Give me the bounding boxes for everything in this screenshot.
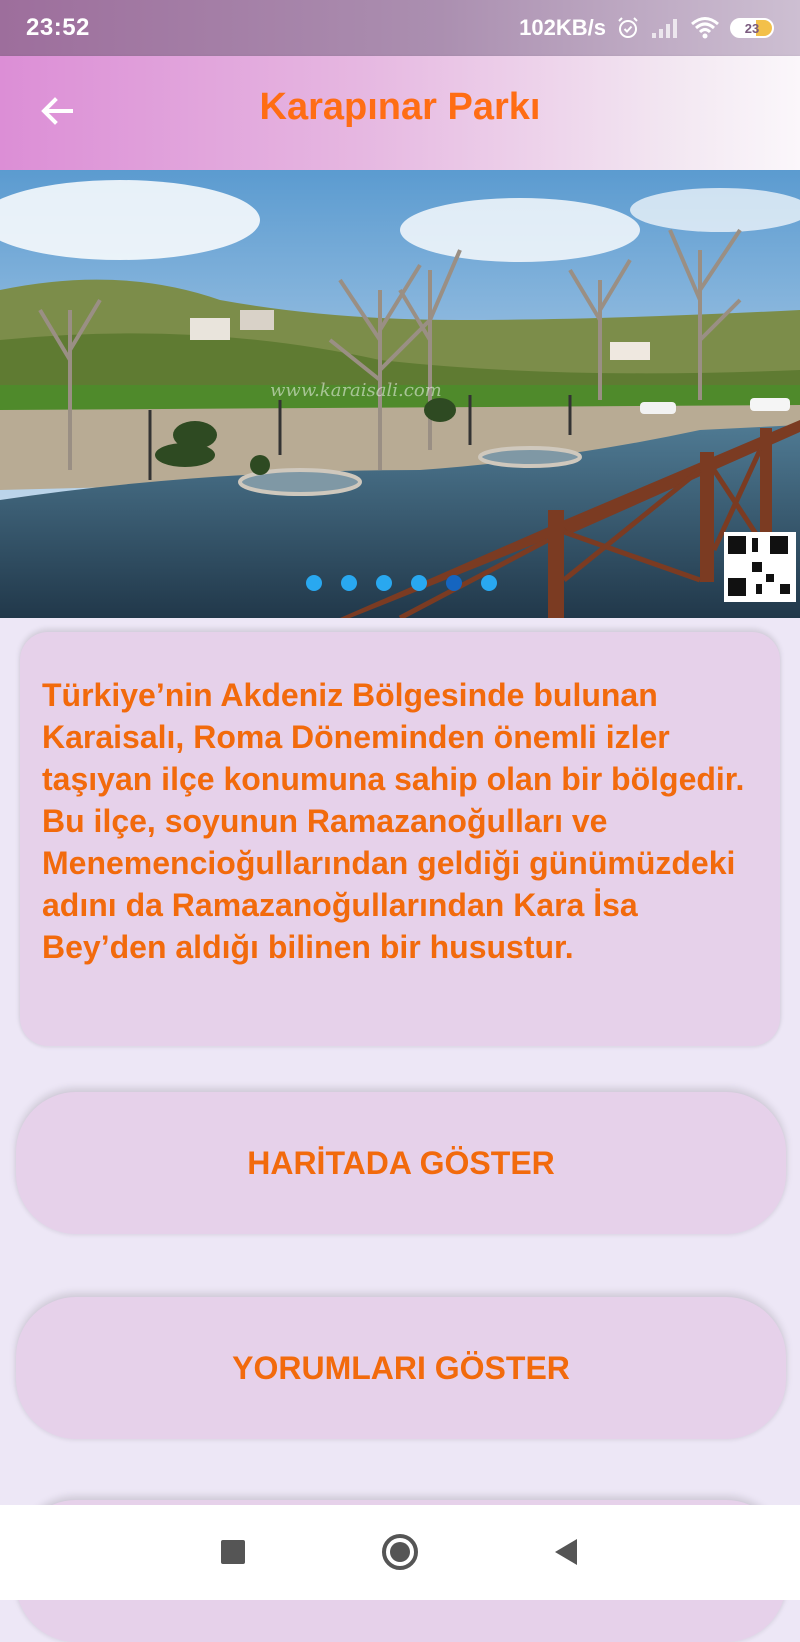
triangle-back-icon	[555, 1539, 577, 1565]
back-nav-button[interactable]	[540, 1527, 590, 1577]
signal-icon	[650, 17, 680, 39]
carousel-dot-active[interactable]	[446, 575, 462, 591]
app-bar: Karapınar Parkı	[0, 56, 800, 170]
description-card: Türkiye’nin Akdeniz Bölgesinde bulunan K…	[20, 632, 780, 1046]
square-icon	[221, 1540, 245, 1564]
carousel-dot[interactable]	[306, 575, 322, 591]
image-carousel[interactable]: www.karaisali.com	[0, 170, 800, 618]
circle-icon	[382, 1534, 418, 1570]
alarm-icon	[616, 16, 640, 40]
park-photo: www.karaisali.com	[0, 170, 800, 618]
carousel-dot[interactable]	[376, 575, 392, 591]
carousel-indicator	[306, 575, 497, 591]
description-text: Türkiye’nin Akdeniz Bölgesinde bulunan K…	[42, 677, 745, 965]
show-comments-button[interactable]: YORUMLARI GÖSTER	[16, 1297, 786, 1439]
carousel-dot[interactable]	[341, 575, 357, 591]
battery-icon: 23	[730, 18, 774, 38]
status-right: 102KB/s 23	[519, 15, 774, 41]
recent-apps-button[interactable]	[208, 1527, 258, 1577]
carousel-dot[interactable]	[411, 575, 427, 591]
status-time: 23:52	[26, 14, 90, 41]
photo-watermark: www.karaisali.com	[270, 380, 442, 401]
home-button[interactable]	[375, 1527, 425, 1577]
show-comments-label: YORUMLARI GÖSTER	[232, 1349, 570, 1386]
page-title: Karapınar Parkı	[259, 86, 541, 128]
show-on-map-button[interactable]: HARİTADA GÖSTER	[16, 1092, 786, 1234]
system-nav-bar	[0, 1505, 800, 1600]
network-speed: 102KB/s	[519, 15, 606, 40]
show-on-map-label: HARİTADA GÖSTER	[247, 1144, 555, 1181]
status-bar: 23:52 102KB/s 23	[0, 0, 800, 56]
wifi-icon	[690, 16, 720, 40]
carousel-dot[interactable]	[481, 575, 497, 591]
